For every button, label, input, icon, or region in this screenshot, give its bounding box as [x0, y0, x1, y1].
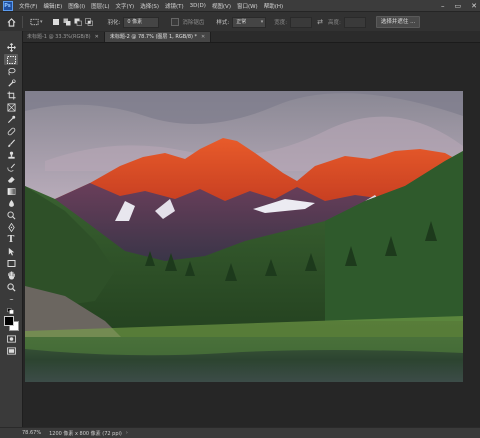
tab-document-2[interactable]: 未标题-2 @ 78.7% (图层 1, RGB/8) * ✕	[104, 32, 212, 42]
maximize-icon[interactable]: ▭	[455, 2, 462, 10]
gradient-tool-icon[interactable]	[4, 186, 18, 197]
document-tabs: 未标题-1 @ 33.3%(RGB/8) ✕ 未标题-2 @ 78.7% (图层…	[22, 31, 480, 43]
hand-tool-icon[interactable]	[4, 270, 18, 281]
window-controls: – ▭ ✕	[441, 0, 477, 11]
subtract-from-selection-icon[interactable]	[73, 17, 83, 27]
new-selection-icon[interactable]	[51, 17, 61, 27]
rectangle-tool-icon[interactable]	[4, 258, 18, 269]
intersect-selection-icon[interactable]	[84, 17, 94, 27]
close-tab-icon[interactable]: ✕	[201, 32, 205, 42]
type-tool-icon[interactable]: T	[4, 234, 18, 245]
width-input[interactable]	[290, 16, 313, 28]
home-icon[interactable]	[6, 17, 16, 27]
foreground-background-color-swatches[interactable]	[4, 316, 19, 331]
height-label: 高度:	[327, 20, 341, 26]
close-icon[interactable]: ✕	[471, 2, 477, 10]
status-bar: 78.67% 1200 像素 x 800 像素 (72 ppi) ›	[0, 427, 480, 438]
chevron-down-icon[interactable]: ▾	[40, 19, 43, 25]
close-tab-icon[interactable]: ✕	[95, 32, 99, 42]
zoom-tool-icon[interactable]	[4, 282, 18, 293]
default-colors-icon[interactable]	[4, 305, 18, 316]
pen-tool-icon[interactable]	[4, 222, 18, 233]
style-select-value: 正常	[236, 18, 247, 25]
antialias-checkbox[interactable]	[171, 18, 180, 26]
menu-select[interactable]: 选择(S)	[140, 2, 159, 10]
width-label: 宽度:	[274, 20, 288, 26]
minimize-icon[interactable]: –	[441, 2, 445, 10]
feather-input[interactable]: 0 像素	[123, 16, 160, 28]
crop-tool-icon[interactable]	[4, 90, 18, 101]
clone-stamp-tool-icon[interactable]	[4, 150, 18, 161]
healing-brush-tool-icon[interactable]	[4, 126, 18, 137]
chevron-down-icon: ▾	[260, 18, 264, 25]
height-input[interactable]	[343, 16, 366, 28]
antialias-label: 消除锯齿	[182, 20, 205, 26]
zoom-level[interactable]: 78.67%	[22, 430, 41, 436]
select-and-mask-button[interactable]: 选择并遮住 ...	[375, 16, 421, 28]
menu-window[interactable]: 窗口(W)	[237, 2, 258, 10]
tab-label: 未标题-2 @ 78.7% (图层 1, RGB/8) *	[109, 34, 198, 40]
path-selection-tool-icon[interactable]	[4, 246, 18, 257]
options-bar: ▾ 羽化: 0 像素 消除锯齿 样式: 正常 ▾ 宽度: ⇄ 高度: 选择并遮住…	[0, 11, 480, 33]
rectangular-marquee-tool-icon[interactable]	[4, 54, 18, 65]
brush-tool-icon[interactable]	[4, 138, 18, 149]
menu-image[interactable]: 图像(I)	[68, 2, 85, 10]
menu-filter[interactable]: 滤镜(T)	[165, 2, 184, 10]
chevron-right-icon[interactable]: ›	[126, 430, 128, 436]
eraser-tool-icon[interactable]	[4, 174, 18, 185]
add-to-selection-icon[interactable]	[62, 17, 72, 27]
document-info[interactable]: 1200 像素 x 800 像素 (72 ppi)	[49, 430, 122, 437]
tab-document-1[interactable]: 未标题-1 @ 33.3%(RGB/8) ✕	[22, 32, 105, 42]
menu-3d[interactable]: 3D(D)	[190, 3, 206, 9]
quick-selection-tool-icon[interactable]	[4, 78, 18, 89]
menu-edit[interactable]: 编辑(E)	[43, 2, 62, 10]
quick-mask-icon[interactable]	[4, 333, 18, 344]
menu-file[interactable]: 文件(F)	[19, 2, 37, 10]
style-label: 样式:	[216, 20, 230, 26]
dodge-tool-icon[interactable]	[4, 210, 18, 221]
tools-panel: T ···	[0, 31, 23, 427]
foreground-color-swatch[interactable]	[4, 316, 14, 326]
menu-bar: Ps 文件(F) 编辑(E) 图像(I) 图层(L) 文字(Y) 选择(S) 滤…	[0, 0, 480, 11]
photoshop-logo-icon[interactable]: Ps	[2, 0, 13, 11]
menu-type[interactable]: 文字(Y)	[116, 2, 135, 10]
menu-help[interactable]: 帮助(H)	[264, 2, 283, 10]
move-tool-icon[interactable]	[4, 42, 18, 53]
menu-view[interactable]: 视图(V)	[212, 2, 231, 10]
swap-width-height-icon[interactable]: ⇄	[317, 18, 323, 26]
feather-label: 羽化:	[107, 20, 121, 26]
lasso-tool-icon[interactable]	[4, 66, 18, 77]
screen-mode-icon[interactable]	[4, 345, 18, 356]
tab-label: 未标题-1 @ 33.3%(RGB/8)	[27, 34, 91, 40]
marquee-tool-preset-icon[interactable]	[29, 17, 39, 27]
frame-tool-icon[interactable]	[4, 102, 18, 113]
history-brush-tool-icon[interactable]	[4, 162, 18, 173]
document-image[interactable]	[25, 91, 463, 382]
menu-layer[interactable]: 图层(L)	[91, 2, 109, 10]
eyedropper-tool-icon[interactable]	[4, 114, 18, 125]
blur-tool-icon[interactable]	[4, 198, 18, 209]
style-select[interactable]: 正常 ▾	[232, 16, 267, 28]
more-tools-icon[interactable]: ···	[4, 294, 18, 305]
